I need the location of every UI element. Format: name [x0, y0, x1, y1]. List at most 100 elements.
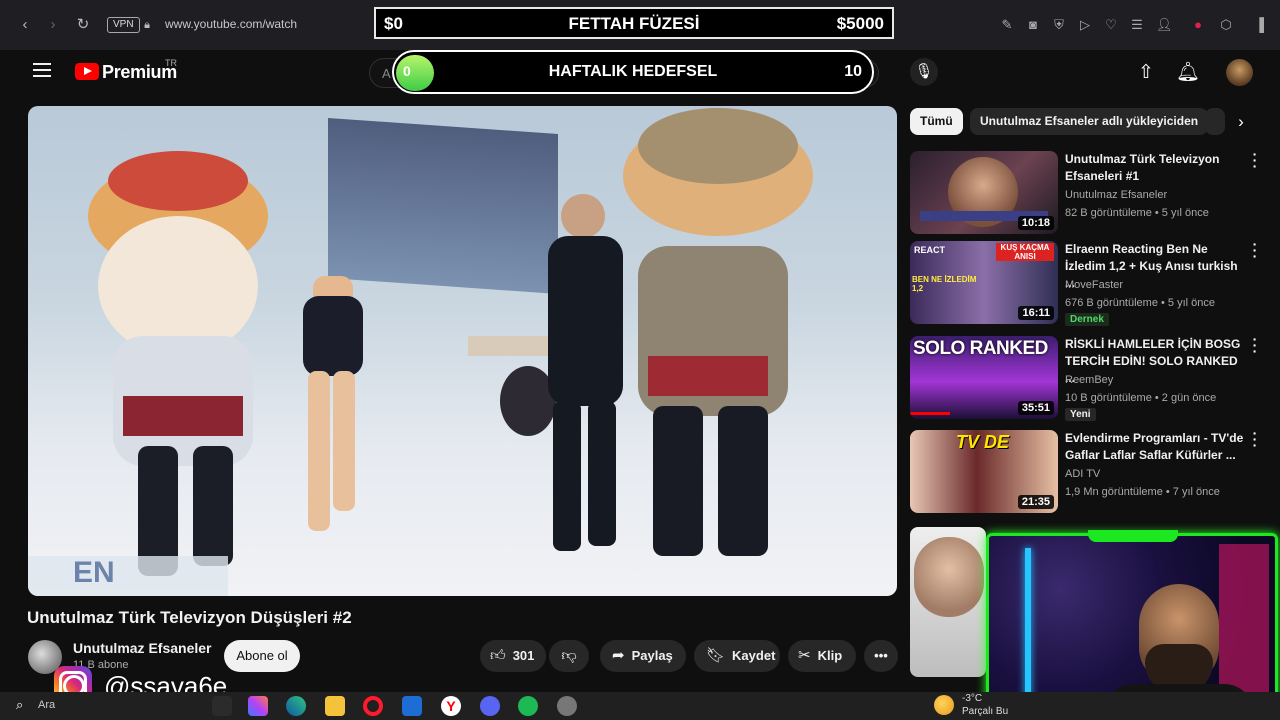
- recommendation-thumbnail[interactable]: TV DE 21:35: [910, 430, 1058, 513]
- goal-title: FETTAH FÜZESİ: [568, 14, 700, 33]
- file-explorer-icon[interactable]: [325, 696, 345, 716]
- duration-badge: 16:11: [1018, 306, 1054, 320]
- thumbnail-text-kus: KUŞ KAÇMA ANISI: [996, 243, 1054, 261]
- recommendation-channel[interactable]: ADI TV: [1065, 468, 1100, 480]
- dislike-button[interactable]: 👎︎: [549, 640, 589, 672]
- subscribe-button[interactable]: Abone ol: [224, 640, 300, 672]
- recommendation-item[interactable]: TV DE 21:35 Evlendirme Programları - TV'…: [910, 426, 1270, 514]
- more-vertical-icon[interactable]: · · ·: [1250, 332, 1260, 358]
- edit-icon[interactable]: ✎: [999, 17, 1015, 33]
- more-horizontal-icon: •••: [874, 648, 888, 663]
- video-title: Unutulmaz Türk Televizyon Düşüşleri #2: [27, 608, 352, 627]
- user-avatar[interactable]: [1226, 59, 1253, 86]
- shield-icon[interactable]: ⛨: [1051, 17, 1067, 33]
- menu-icon[interactable]: [33, 63, 51, 77]
- save-button[interactable]: 🔖︎ Kaydet: [694, 640, 780, 672]
- weekly-goal-bar: 0 HAFTALIK HEDEFSEL 10: [392, 50, 874, 94]
- youtube-header: Premium TR A 0 HAFTALIK HEDEFSEL 10 🎙︎ ⇧…: [0, 50, 1280, 96]
- spotify-icon[interactable]: [518, 696, 538, 716]
- save-label: Kaydet: [732, 648, 776, 663]
- search-peek-text: A: [382, 66, 391, 81]
- edge-icon[interactable]: [286, 696, 306, 716]
- yandex-icon[interactable]: Y: [441, 696, 461, 716]
- chevron-right-icon[interactable]: ›: [1231, 112, 1251, 132]
- thumbnail-text-bnei: BEN NE İZLEDİM 1,2: [912, 275, 977, 293]
- reload-icon[interactable]: ↻: [74, 16, 92, 34]
- chip-all[interactable]: Tümü: [910, 108, 963, 135]
- recommendation-thumbnail[interactable]: SOLO RANKED 35:51: [910, 336, 1058, 419]
- duration-badge: 10:18: [1017, 216, 1054, 230]
- thumbnail-text-solo: SOLO RANKED: [913, 338, 1048, 359]
- duration-badge: 35:51: [1017, 401, 1054, 415]
- recommendation-item[interactable]: REACT KUŞ KAÇMA ANISI BEN NE İZLEDİM 1,2…: [910, 237, 1270, 326]
- list-icon[interactable]: ☰: [1129, 17, 1145, 33]
- recommendation-channel[interactable]: ReemBey: [1065, 374, 1113, 386]
- vpn-badge[interactable]: VPN: [107, 17, 140, 33]
- share-button[interactable]: ➦ Paylaş: [600, 640, 686, 672]
- record-icon[interactable]: ●: [1190, 17, 1206, 33]
- recommendation-item[interactable]: SOLO RANKED 35:51 RİSKLİ HAMLELER İÇİN B…: [910, 332, 1270, 421]
- video-frame-scene: [88, 108, 813, 576]
- chip-partial[interactable]: [1205, 108, 1225, 135]
- search-icon[interactable]: ⌕: [16, 697, 23, 713]
- weather-icon[interactable]: [934, 695, 954, 715]
- recommendation-meta: 1,9 Mn görüntüleme • 7 yıl önce: [1065, 486, 1220, 498]
- goal-target-amount: $5000: [836, 14, 884, 33]
- more-actions-button[interactable]: •••: [864, 640, 898, 672]
- obs-icon[interactable]: [557, 696, 577, 716]
- recommendation-title[interactable]: Evlendirme Programları - TV'de Gaflar La…: [1065, 430, 1245, 464]
- upload-icon[interactable]: ⇧: [1134, 61, 1158, 85]
- recommendation-meta: 82 B görüntüleme • 5 yıl önce: [1065, 207, 1209, 219]
- camera-icon[interactable]: ◙: [1025, 17, 1041, 33]
- recommendation-title[interactable]: Unutulmaz Türk Televizyon Efsaneleri #1: [1065, 151, 1245, 185]
- recommendation-channel[interactable]: Unutulmaz Efsaneler: [1065, 189, 1167, 201]
- weekly-goal-title: HAFTALIK HEDEFSEL: [548, 63, 718, 80]
- play-icon[interactable]: ▷: [1077, 17, 1093, 33]
- background-light: [1219, 544, 1269, 704]
- bookmark-icon: 🔖︎: [706, 647, 726, 664]
- duration-badge: 21:35: [1017, 495, 1054, 509]
- weather-temperature: -3°C: [962, 693, 983, 704]
- scene-logo-text: EN: [28, 556, 228, 596]
- profile-icon[interactable]: 👤︎: [1156, 17, 1173, 33]
- clip-button[interactable]: ✂ Klip: [788, 640, 856, 672]
- opera-icon[interactable]: [363, 696, 383, 716]
- goal-banner: FETTAH FÜZESİ $0 $5000: [374, 7, 894, 39]
- clip-label: Klip: [817, 648, 843, 663]
- microphone-icon[interactable]: 🎙︎: [910, 58, 938, 86]
- goal-start-amount: $0: [384, 14, 403, 33]
- mail-icon[interactable]: [402, 696, 422, 716]
- extension-icon[interactable]: ⬡: [1218, 17, 1234, 33]
- back-icon[interactable]: ‹: [16, 16, 34, 34]
- video-player[interactable]: EN: [28, 106, 897, 596]
- copilot-icon[interactable]: [248, 696, 268, 716]
- weather-description: Parçalı Bu: [962, 706, 1009, 717]
- heart-icon[interactable]: ♡: [1103, 17, 1119, 33]
- notifications-icon[interactable]: 🔔︎: [1176, 61, 1200, 85]
- recommendation-thumbnail[interactable]: REACT KUŞ KAÇMA ANISI BEN NE İZLEDİM 1,2…: [910, 241, 1058, 324]
- channel-name[interactable]: Unutulmaz Efsaneler: [73, 640, 211, 656]
- recommendation-item[interactable]: 10:18 Unutulmaz Türk Televizyon Efsanele…: [910, 147, 1270, 235]
- forward-icon[interactable]: ›: [44, 16, 62, 34]
- task-view-icon[interactable]: [212, 696, 232, 716]
- more-vertical-icon[interactable]: · · ·: [1250, 426, 1260, 452]
- recommendation-thumbnail-partial[interactable]: [910, 527, 986, 677]
- address-bar[interactable]: www.youtube.com/watch: [165, 17, 297, 31]
- sidebar-icon[interactable]: ▌: [1256, 17, 1272, 33]
- like-count: 301: [512, 648, 535, 663]
- more-vertical-icon[interactable]: · · ·: [1250, 237, 1260, 263]
- neon-light: [1025, 548, 1031, 698]
- recommendation-channel[interactable]: MoveFaster: [1065, 279, 1123, 291]
- thumbnail-text-tvde: TV DE: [956, 432, 1010, 452]
- more-vertical-icon[interactable]: · · ·: [1250, 147, 1260, 173]
- discord-icon[interactable]: [480, 696, 500, 716]
- lock-icon: 🔒︎: [144, 19, 150, 31]
- share-icon: ➦: [612, 647, 625, 664]
- like-button[interactable]: 👍︎ 301: [480, 640, 546, 672]
- taskbar-search-text[interactable]: Ara: [38, 699, 55, 711]
- chip-from-uploader[interactable]: Unutulmaz Efsaneler adlı yükleyiciden: [970, 108, 1209, 135]
- youtube-logo-icon[interactable]: [75, 63, 99, 80]
- scissors-icon: ✂: [798, 647, 811, 664]
- windows-taskbar: ⌕ Ara Y -3°C Parçalı Bu: [0, 692, 1280, 720]
- recommendation-thumbnail[interactable]: 10:18: [910, 151, 1058, 234]
